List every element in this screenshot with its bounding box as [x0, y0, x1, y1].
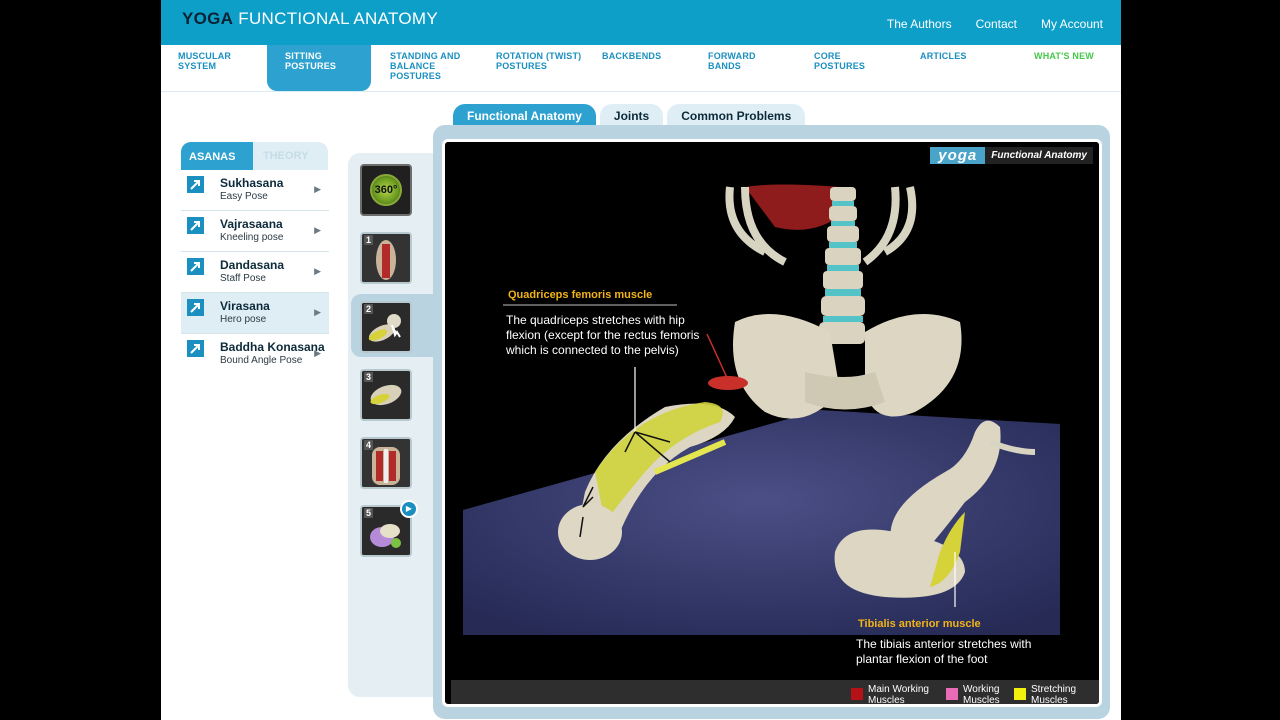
- asana-item-vajrasaana[interactable]: Vajrasaana Kneeling pose ▶: [181, 211, 329, 252]
- asana-icon: [187, 299, 204, 316]
- asana-name: Dandasana: [220, 258, 285, 272]
- nav-item-articles[interactable]: ARTICLES: [920, 51, 967, 61]
- view-thumbnail-1[interactable]: 1: [360, 232, 412, 284]
- top-nav: The Authors Contact My Account: [887, 17, 1103, 31]
- nav-label-line: POSTURES: [390, 71, 442, 81]
- asana-icon: [187, 340, 204, 357]
- muscle-legend: Main Working Muscles Working Muscles Stret…: [451, 680, 1099, 706]
- legend-working: Working Muscles: [946, 684, 1000, 706]
- nav-label-line: BANDS: [708, 61, 742, 71]
- nav-label-line: POSTURES: [814, 61, 866, 71]
- legend-swatch: [1014, 688, 1026, 700]
- asana-subtitle: Easy Pose: [220, 191, 268, 202]
- quadriceps-annotation-text: The quadriceps stretches with hip flexio…: [506, 313, 700, 357]
- asana-icon: [187, 258, 204, 275]
- nav-label-line: WHAT'S NEW: [1034, 51, 1094, 61]
- nav-item-core-postures[interactable]: CORE POSTURES: [814, 51, 865, 71]
- logo-text: FUNCTIONAL ANATOMY: [238, 9, 438, 28]
- tab-theory[interactable]: THEORY: [263, 150, 308, 162]
- chevron-right-icon: ▶: [314, 307, 321, 317]
- asana-subtitle: Staff Pose: [220, 273, 266, 284]
- legend-swatch: [851, 688, 863, 700]
- thumbnail-number: 5: [364, 508, 374, 518]
- chevron-right-icon: ▶: [314, 225, 321, 235]
- nav-label-line: BALANCE: [390, 61, 436, 71]
- asana-name: Vajrasaana: [220, 217, 283, 231]
- asana-name: Sukhasana: [220, 176, 284, 190]
- tab-asanas[interactable]: ASANAS: [181, 142, 253, 170]
- view-thumbnail-4[interactable]: 4: [360, 437, 412, 489]
- nav-label-line: CORE: [814, 51, 841, 61]
- nav-label-line: POSTURES: [496, 61, 548, 71]
- nav-label-line: STANDING AND: [390, 51, 461, 61]
- authors-link[interactable]: The Authors: [887, 17, 952, 31]
- rotate-360-icon: 360°: [370, 174, 402, 206]
- asana-item-virasana[interactable]: Virasana Hero pose ▶: [181, 293, 329, 334]
- logo-bold-text: YOGA: [182, 9, 234, 28]
- asana-icon: [187, 217, 204, 234]
- nav-label-line: BACKBENDS: [602, 51, 662, 61]
- my-account-link[interactable]: My Account: [1041, 17, 1103, 31]
- yoga-brand-badge: yoga Functional Anatomy: [930, 147, 1093, 164]
- thumbnail-number: 3: [364, 372, 374, 382]
- nav-item-backbends[interactable]: BACKBENDS: [602, 51, 661, 61]
- asana-subtitle: Bound Angle Pose: [220, 355, 303, 366]
- contact-link[interactable]: Contact: [976, 17, 1017, 31]
- tibialis-annotation-text: The tibiais anterior stretches with plan…: [856, 637, 1032, 666]
- nav-label-line: ROTATION (TWIST): [496, 51, 582, 61]
- thumbnail-number: 2: [364, 304, 374, 314]
- nav-label-line: SITTING: [285, 51, 322, 61]
- thumbnail-number: 1: [364, 235, 374, 245]
- chevron-right-icon: ▶: [314, 348, 321, 358]
- play-icon[interactable]: ▶: [400, 500, 418, 518]
- nav-item-sitting-postures[interactable]: SITTING POSTURES: [267, 45, 371, 91]
- brand-subtitle: Functional Anatomy: [991, 150, 1087, 161]
- chevron-right-icon: ▶: [314, 266, 321, 276]
- thumbnail-number: 4: [364, 440, 374, 450]
- asana-subtitle: Hero pose: [220, 314, 267, 325]
- asana-subtitle: Kneeling pose: [220, 232, 284, 243]
- brand-yoga: yoga: [930, 147, 986, 164]
- legend-label: Stretching: [1031, 684, 1077, 695]
- asana-item-baddha-konasana[interactable]: Baddha Konasana Bound Angle Pose ▶: [181, 334, 329, 375]
- asana-name: Virasana: [220, 299, 270, 313]
- asana-name: Baddha Konasana: [220, 340, 325, 354]
- asana-list: Sukhasana Easy Pose ▶ Vajrasaana Kneelin…: [181, 170, 329, 375]
- legend-label: Main Working: [868, 684, 929, 695]
- nav-item-whats-new[interactable]: WHAT'S NEW: [1034, 51, 1094, 61]
- legend-main-working: Main Working Muscles: [851, 684, 929, 706]
- nav-item-rotation[interactable]: ROTATION (TWIST) POSTURES: [496, 51, 581, 71]
- nav-label-line: ARTICLES: [920, 51, 967, 61]
- main-nav: MUSCULAR SYSTEM SITTING POSTURES STANDIN…: [161, 45, 1121, 92]
- site-header: YOGA FUNCTIONAL ANATOMY The Authors Cont…: [161, 0, 1121, 45]
- anatomy-3d-scene: [463, 184, 1060, 635]
- view-thumbnail-2[interactable]: 2: [360, 301, 412, 353]
- nav-label-line: POSTURES: [285, 61, 337, 71]
- page: YOGA FUNCTIONAL ANATOMY The Authors Cont…: [161, 0, 1121, 720]
- quadriceps-annotation-title: Quadriceps femoris muscle: [508, 289, 653, 301]
- rotate-360-button[interactable]: 360°: [360, 164, 412, 216]
- legend-swatch: [946, 688, 958, 700]
- nav-label-line: FORWARD: [708, 51, 756, 61]
- nav-item-forward-bands[interactable]: FORWARD BANDS: [708, 51, 756, 71]
- legend-label: Muscles: [1031, 695, 1068, 706]
- legend-label: Working: [963, 684, 1000, 695]
- asana-item-sukhasana[interactable]: Sukhasana Easy Pose ▶: [181, 170, 329, 211]
- asana-icon: [187, 176, 204, 193]
- site-logo[interactable]: YOGA FUNCTIONAL ANATOMY: [182, 9, 438, 29]
- legend-stretching: Stretching Muscles: [1014, 684, 1077, 706]
- nav-label-line: SYSTEM: [178, 61, 217, 71]
- view-thumbnail-3[interactable]: 3: [360, 369, 412, 421]
- nav-label-line: MUSCULAR: [178, 51, 232, 61]
- anatomy-viewer[interactable]: yoga Functional Anatomy Quadriceps femor…: [442, 139, 1102, 707]
- sidebar-tabs: ASANAS THEORY: [181, 142, 328, 170]
- nav-item-muscular-system[interactable]: MUSCULAR SYSTEM: [178, 51, 231, 71]
- asana-item-dandasana[interactable]: Dandasana Staff Pose ▶: [181, 252, 329, 293]
- nav-item-standing-balance[interactable]: STANDING AND BALANCE POSTURES: [390, 51, 460, 81]
- tibialis-annotation-title: Tibialis anterior muscle: [858, 618, 981, 630]
- chevron-right-icon: ▶: [314, 184, 321, 194]
- legend-label: Muscles: [868, 695, 905, 706]
- legend-label: Muscles: [963, 695, 1000, 706]
